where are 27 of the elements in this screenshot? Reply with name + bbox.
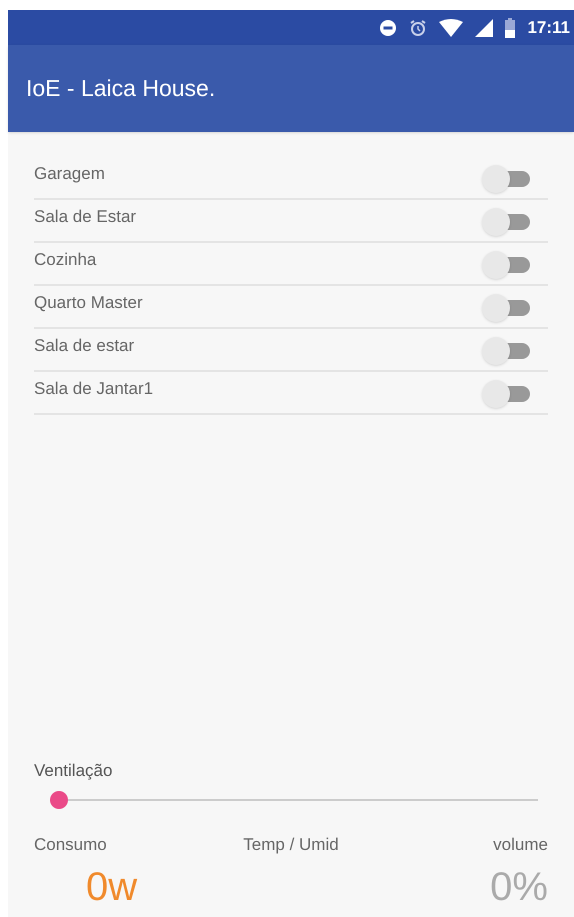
do-not-disturb-icon xyxy=(379,18,398,36)
room-switch[interactable] xyxy=(482,378,532,406)
room-switch[interactable] xyxy=(482,292,532,320)
ventilation-slider[interactable] xyxy=(50,790,538,810)
room-label: Garagem xyxy=(34,162,105,185)
room-switch[interactable] xyxy=(482,250,532,278)
reading-label: volume xyxy=(493,834,548,856)
room-switch[interactable] xyxy=(482,336,532,364)
room-label: Sala de estar xyxy=(34,334,134,357)
slider-thumb[interactable] xyxy=(50,790,68,808)
clock-time: 17:11 xyxy=(527,16,570,39)
cell-signal-icon xyxy=(475,18,494,36)
room-label: Cozinha xyxy=(34,248,96,271)
room-switch[interactable] xyxy=(482,206,532,234)
reading-label: Temp / Umid xyxy=(243,834,339,856)
room-label: Sala de Estar xyxy=(34,206,136,228)
reading-label: Consumo xyxy=(34,834,107,856)
reading-value: 0w xyxy=(86,864,138,911)
battery-icon xyxy=(505,18,516,38)
alarm-clock-icon xyxy=(409,18,428,36)
ventilation-label: Ventilação xyxy=(34,760,112,782)
app-title: IoE - Laica House. xyxy=(26,74,216,104)
room-label: Quarto Master xyxy=(34,292,143,314)
reading-value: 0% xyxy=(490,864,548,911)
room-switch[interactable] xyxy=(482,164,532,192)
wifi-icon xyxy=(439,18,464,36)
room-label: Sala de Jantar1 xyxy=(34,378,154,400)
